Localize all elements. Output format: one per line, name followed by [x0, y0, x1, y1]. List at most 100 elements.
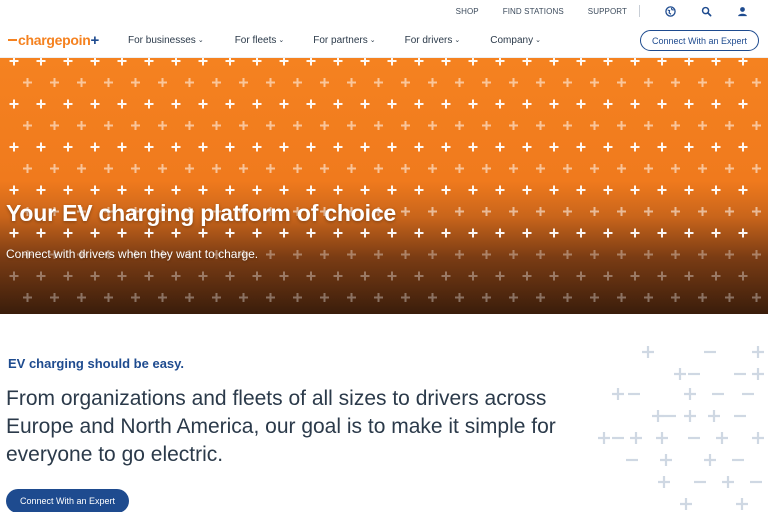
plus-mark [495, 58, 505, 66]
plus-mark [684, 99, 694, 109]
nav-item-label: For fleets [234, 34, 277, 46]
plus-mark [77, 121, 86, 130]
plus-mark [239, 121, 248, 130]
plus-mark [77, 164, 86, 173]
plus-mark [630, 142, 640, 152]
plus-mark [9, 228, 19, 238]
plus-mark [36, 58, 46, 66]
plus-mark [401, 121, 410, 130]
plus-mark [320, 78, 329, 87]
plus-mark [198, 271, 208, 281]
plus-mark [738, 142, 748, 152]
plus-mark [644, 121, 653, 130]
plus-mark [725, 164, 734, 173]
plus-mark [9, 142, 19, 152]
plus-mark [549, 228, 559, 238]
plus-mark [657, 99, 667, 109]
plus-mark [576, 142, 586, 152]
plus-mark [239, 78, 248, 87]
nav-item-label: For partners [313, 34, 368, 46]
plus-mark [158, 164, 167, 173]
plus-mark [306, 99, 316, 109]
plus-mark [320, 121, 329, 130]
plus-mark [671, 207, 680, 216]
nav-item-company[interactable]: Company ⌄ [490, 35, 541, 46]
connect-expert-button-header[interactable]: Connect With an Expert [639, 30, 759, 51]
plus-mark [374, 164, 383, 173]
plus-mark [563, 78, 572, 87]
plus-mark [725, 293, 734, 302]
plus-mark [657, 271, 667, 281]
plus-mark [293, 250, 302, 259]
plus-mark [752, 368, 764, 380]
nav-item-for-drivers[interactable]: For drivers ⌄ [405, 35, 461, 46]
plus-mark [590, 121, 599, 130]
plus-mark [704, 454, 716, 466]
plus-mark [428, 164, 437, 173]
plus-mark [144, 99, 154, 109]
chargepoint-logo[interactable]: chargepoin + [8, 31, 99, 49]
nav-item-for-fleets[interactable]: For fleets ⌄ [235, 35, 285, 46]
plus-mark [252, 271, 262, 281]
plus-mark [401, 164, 410, 173]
plus-mark [63, 142, 73, 152]
plus-mark [131, 293, 140, 302]
globe-icon[interactable] [664, 5, 676, 17]
plus-pattern-background [9, 58, 761, 302]
plus-mark [549, 99, 559, 109]
plus-mark [711, 185, 721, 195]
plus-mark [752, 164, 761, 173]
plus-mark [468, 99, 478, 109]
plus-mark [698, 250, 707, 259]
plus-mark [347, 121, 356, 130]
plus-mark [576, 58, 586, 66]
plus-mark [63, 271, 73, 281]
nav-menu: For businesses ⌄ For fleets ⌄ For partners… [128, 22, 541, 58]
plus-mark [660, 454, 672, 466]
plus-mark [77, 293, 86, 302]
plus-mark [752, 250, 761, 259]
plus-mark [656, 432, 668, 444]
support-link[interactable]: SUPPORT [588, 7, 627, 16]
plus-mark [333, 58, 343, 66]
plus-mark [252, 185, 262, 195]
plus-mark [590, 293, 599, 302]
plus-mark [428, 121, 437, 130]
plus-mark [441, 58, 451, 66]
user-icon[interactable] [736, 5, 748, 17]
plus-mark [347, 78, 356, 87]
plus-mark [752, 346, 764, 358]
plus-mark [455, 164, 464, 173]
plus-mark [644, 78, 653, 87]
plus-mark [239, 164, 248, 173]
plus-mark [522, 271, 532, 281]
plus-mark [104, 293, 113, 302]
plus-mark [23, 121, 32, 130]
plus-mark [279, 185, 289, 195]
plus-mark [684, 410, 696, 422]
plus-mark [266, 121, 275, 130]
plus-mark [644, 164, 653, 173]
connect-expert-button[interactable]: Connect With an Expert [6, 489, 130, 512]
shop-link[interactable]: SHOP [456, 7, 479, 16]
plus-mark [306, 185, 316, 195]
plus-mark [630, 99, 640, 109]
nav-item-for-businesses[interactable]: For businesses ⌄ [128, 35, 204, 46]
nav-item-for-partners[interactable]: For partners ⌄ [313, 35, 375, 46]
plus-mark [482, 207, 491, 216]
plus-mark [644, 207, 653, 216]
plus-mark [536, 207, 545, 216]
plus-mark [90, 271, 100, 281]
plus-mark [509, 207, 518, 216]
plus-mark [279, 271, 289, 281]
search-icon[interactable] [700, 5, 712, 17]
plus-mark [482, 164, 491, 173]
plus-mark [131, 121, 140, 130]
chevron-down-icon: ⌄ [454, 37, 461, 44]
find-stations-link[interactable]: FIND STATIONS [503, 7, 564, 16]
nav-item-label: Company [490, 34, 534, 46]
plus-mark [711, 99, 721, 109]
plus-mark [171, 271, 181, 281]
plus-mark [590, 164, 599, 173]
nav-item-label: For drivers [404, 34, 453, 46]
